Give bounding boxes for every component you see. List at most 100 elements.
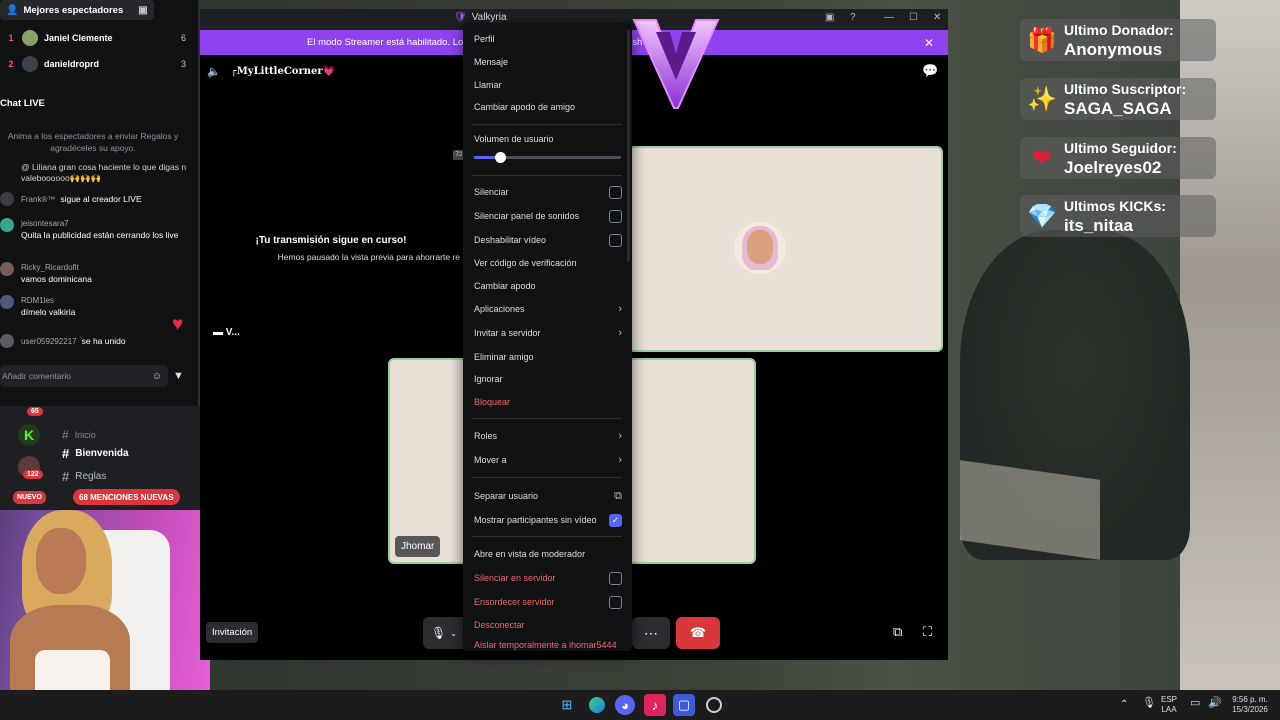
last-donor-widget: 🎁 Ultimo Donador: Anonymous bbox=[1020, 19, 1216, 61]
checkbox[interactable] bbox=[609, 571, 622, 585]
menu-item-call[interactable]: Llamar bbox=[474, 76, 622, 94]
viewer-name: danieldroprd bbox=[44, 59, 100, 69]
viewer-score: 3 bbox=[180, 59, 186, 69]
checkbox[interactable] bbox=[609, 209, 622, 223]
heart-icon: ❤ bbox=[1031, 144, 1053, 172]
menu-item-show-no-video[interactable]: Mostrar participantes sin vídeo ✓ bbox=[474, 511, 622, 529]
banner-text: El modo Streamer está habilitado. Los bbox=[307, 37, 469, 48]
invite-button[interactable]: Invitación bbox=[206, 622, 259, 643]
menu-item-separate-user[interactable]: Separar usuario ⧉ bbox=[474, 487, 622, 505]
menu-item-remove-friend[interactable]: Eliminar amigo bbox=[474, 348, 622, 366]
menu-item-server-mute[interactable]: Silenciar en servidor bbox=[474, 569, 622, 587]
app-icon[interactable]: ▢ bbox=[673, 694, 695, 716]
user-volume-handle[interactable] bbox=[495, 152, 506, 163]
menu-item-message[interactable]: Mensaje bbox=[474, 53, 622, 71]
chat-prompt: Anima a los espectadores a enviar Regalo… bbox=[7, 131, 179, 153]
menu-item-change-friend-nickname[interactable]: Cambiar apodo de amigo bbox=[474, 98, 622, 116]
menu-item-invite-to-server[interactable]: Invitar a servidor › bbox=[474, 324, 622, 342]
chat-bubble-icon[interactable]: 💬 bbox=[922, 64, 938, 78]
app-icon-2[interactable] bbox=[703, 694, 725, 716]
menu-item-view-verification-code[interactable]: Ver código de verificación bbox=[474, 254, 622, 272]
checkbox-checked[interactable]: ✓ bbox=[609, 513, 622, 527]
chat-username[interactable]: Ricky_Ricardofit bbox=[21, 262, 79, 273]
menu-separator bbox=[472, 536, 622, 537]
kick-server-icon[interactable]: K bbox=[18, 424, 40, 446]
avatar bbox=[0, 334, 14, 348]
menu-item-apps[interactable]: Aplicaciones › bbox=[474, 300, 622, 318]
chat-message-text: se ha unido bbox=[81, 336, 126, 346]
chat-username[interactable]: user059292217 bbox=[21, 337, 77, 346]
top-viewer-row[interactable]: 2 danieldroprd 3 bbox=[0, 53, 186, 75]
channel-rules[interactable]: # Reglas bbox=[62, 469, 106, 484]
menu-item-disable-video[interactable]: Deshabilitar vídeo bbox=[474, 231, 622, 249]
menu-separator bbox=[472, 477, 622, 478]
chat-message-text: vamos dominicana bbox=[21, 274, 92, 284]
menu-scrollbar[interactable] bbox=[627, 30, 630, 262]
chevron-right-icon: › bbox=[618, 454, 622, 466]
notification-badge: 65 bbox=[27, 407, 43, 416]
microphone-icon[interactable]: 🎙 bbox=[1142, 698, 1156, 709]
menu-item-block[interactable]: Bloquear bbox=[474, 393, 622, 411]
keyboard-language[interactable]: ESP LAA bbox=[1161, 695, 1177, 715]
edge-browser-icon[interactable] bbox=[586, 694, 608, 716]
chat-message-text: Quita la publicidad están cerrando los l… bbox=[21, 230, 179, 240]
menu-item-ignore[interactable]: Ignorar bbox=[474, 370, 622, 388]
more-options-button[interactable]: ⋯ bbox=[632, 617, 670, 649]
close-window-icon[interactable]: ✕ bbox=[933, 12, 941, 23]
menu-item-mute-soundboard[interactable]: Silenciar panel de sonidos bbox=[474, 207, 622, 225]
user-volume-label: Volumen de usuario bbox=[474, 134, 554, 144]
menu-item-mute[interactable]: Silenciar bbox=[474, 183, 622, 201]
volume-icon[interactable]: 🔊 bbox=[1208, 698, 1222, 709]
disconnect-call-button[interactable]: ☎ bbox=[676, 617, 720, 649]
avatar bbox=[0, 192, 14, 206]
inbox-icon[interactable]: ▣ bbox=[825, 12, 834, 23]
new-mentions-pill[interactable]: 68 MENCIONES NUEVAS bbox=[73, 489, 180, 505]
discord-logo-icon: 🛡 bbox=[454, 12, 467, 23]
chat-message: Ricky_Ricardofit vamos dominicana bbox=[0, 262, 186, 288]
filter-icon[interactable]: ▼ bbox=[173, 370, 185, 382]
user-icon: 👤 bbox=[6, 4, 19, 16]
speaker-icon[interactable]: 🔈 bbox=[207, 65, 221, 78]
comment-input[interactable]: Añadir comentario ☺ bbox=[0, 365, 168, 387]
discord-app-icon[interactable]: ◕ bbox=[615, 695, 635, 715]
checkbox[interactable] bbox=[609, 595, 622, 609]
chevron-down-icon: ⌄ bbox=[450, 628, 457, 638]
menu-item-profile[interactable]: Perfil bbox=[474, 30, 622, 48]
menu-item-roles[interactable]: Roles › bbox=[474, 427, 622, 445]
checkbox[interactable] bbox=[609, 185, 622, 199]
chevron-up-icon[interactable]: ⌃ bbox=[1120, 700, 1128, 710]
popout-icon[interactable]: ▣ bbox=[138, 5, 147, 16]
popout-icon[interactable]: ⧉ bbox=[893, 624, 902, 640]
menu-item-change-nickname[interactable]: Cambiar apodo bbox=[474, 277, 622, 295]
channel-label: Inicio bbox=[74, 430, 96, 440]
minimize-icon[interactable]: — bbox=[884, 12, 894, 23]
menu-item-timeout[interactable]: Aislar temporalmente a ihomar5444 bbox=[474, 639, 622, 651]
top-viewer-row[interactable]: 1 Janiel Clemente 6 bbox=[0, 27, 186, 49]
screen-icon: ▬ bbox=[213, 327, 223, 338]
chat-username[interactable]: Frank®™ bbox=[21, 195, 55, 204]
menu-item-server-deafen[interactable]: Ensordecer servidor bbox=[474, 593, 622, 611]
windows-start-icon[interactable]: ⊞ bbox=[556, 694, 578, 716]
chat-username[interactable]: RDM1les bbox=[21, 295, 54, 306]
participant-name-tag: Jhomar bbox=[395, 536, 441, 557]
emoji-icon[interactable]: ☺ bbox=[152, 371, 162, 382]
windows-taskbar bbox=[0, 690, 1280, 720]
channel-welcome[interactable]: # Bienvenida bbox=[62, 446, 129, 461]
microphone-button[interactable]: 🎙 ⌄ bbox=[423, 617, 465, 649]
network-icon[interactable]: ▭ bbox=[1190, 698, 1200, 709]
microphone-icon: 🎙 bbox=[431, 626, 447, 640]
viewer-rank: 1 bbox=[8, 33, 14, 43]
tiktok-app-icon[interactable]: ♪ bbox=[644, 694, 666, 716]
fullscreen-icon[interactable]: ⛶ bbox=[923, 624, 932, 640]
checkbox[interactable] bbox=[609, 233, 622, 247]
heart-icon[interactable]: ♥ bbox=[172, 315, 192, 334]
maximize-icon[interactable]: ☐ bbox=[909, 12, 918, 23]
close-icon[interactable]: ✕ bbox=[924, 36, 934, 50]
menu-item-disconnect[interactable]: Desconectar bbox=[474, 616, 622, 634]
chat-username[interactable]: jeisontesara7 bbox=[21, 218, 69, 229]
menu-item-move-to[interactable]: Mover a › bbox=[474, 451, 622, 469]
help-icon[interactable]: ? bbox=[850, 12, 856, 23]
menu-item-moderator-view[interactable]: Abre en vista de moderador bbox=[474, 545, 622, 563]
channel-start[interactable]: # Inicio bbox=[62, 428, 96, 442]
system-clock[interactable]: 9:56 p. m. 15/3/2026 bbox=[1226, 695, 1274, 715]
